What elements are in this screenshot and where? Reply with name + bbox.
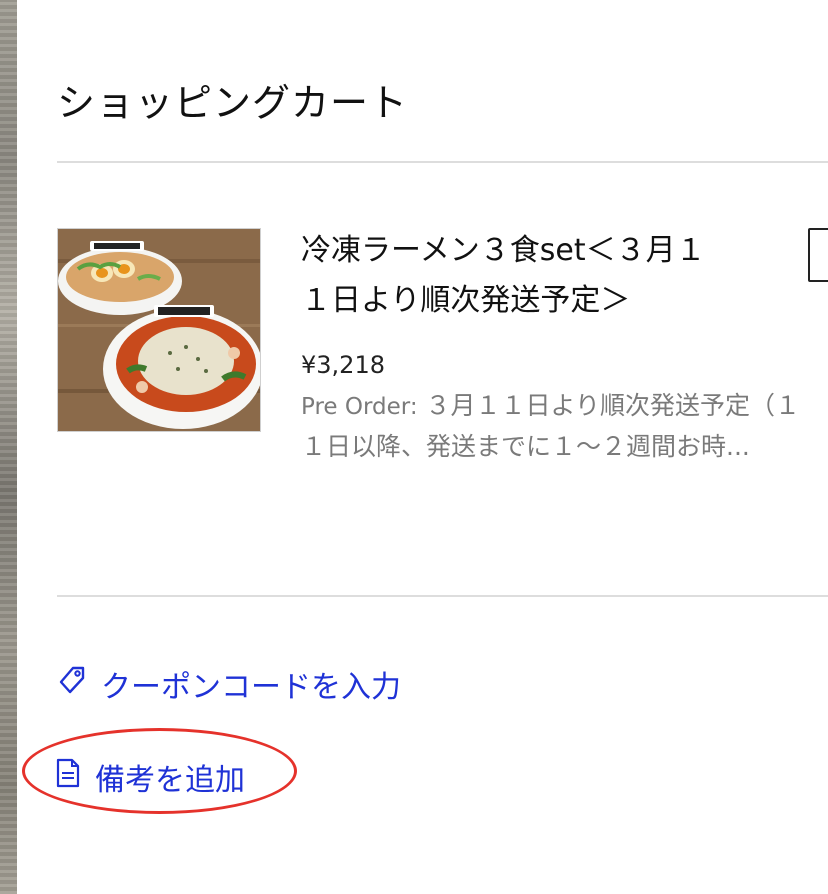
divider [57,595,828,597]
background-texture [0,0,17,894]
product-price: ¥3,218 [301,351,385,379]
quantity-stepper[interactable] [808,228,828,282]
preorder-note: Pre Order: ３月１１日より順次発送予定（１１日以降、発送までに１〜２週… [301,386,816,467]
page-title: ショッピングカート [57,81,409,125]
divider [57,161,828,163]
product-name[interactable]: 冷凍ラーメン３食set＜３月１１日より順次発送予定＞ [301,226,721,326]
coupon-code-label[interactable]: クーポンコードを入力 [101,662,401,706]
tag-icon [57,664,87,704]
add-note-label[interactable]: 備考を追加 [95,755,245,799]
cart-panel: ショッピングカート 冷凍ラーメン３食set＜３月１１日より順次発送予定＞ ¥3,… [17,0,828,894]
coupon-code-link[interactable]: クーポンコードを入力 [57,662,401,706]
product-image[interactable] [57,228,261,432]
preorder-label: Pre Order: [301,394,418,420]
note-icon [55,758,81,796]
add-note-link[interactable]: 備考を追加 [55,755,245,799]
